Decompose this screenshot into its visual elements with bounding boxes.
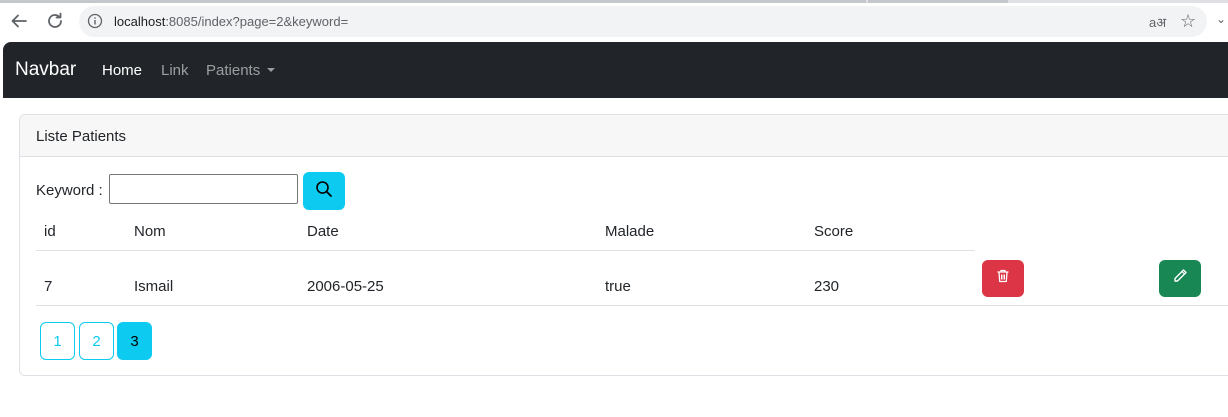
nav-dropdown-patients-label: Patients bbox=[206, 62, 261, 79]
site-info-icon[interactable] bbox=[87, 13, 103, 34]
row-divider bbox=[36, 305, 1228, 306]
delete-button[interactable] bbox=[982, 260, 1024, 297]
cell-nom: Ismail bbox=[134, 278, 174, 295]
nav-link-link[interactable]: Link bbox=[161, 62, 189, 80]
column-header-nom: Nom bbox=[134, 223, 166, 240]
column-header-date: Date bbox=[307, 223, 339, 240]
page-button-2[interactable]: 2 bbox=[79, 322, 114, 360]
cell-malade: true bbox=[605, 278, 631, 295]
tab-indicator bbox=[868, 0, 1008, 3]
url-text[interactable]: localhost:8085/index?page=2&keyword= bbox=[114, 14, 348, 29]
navbar-brand[interactable]: Navbar bbox=[15, 59, 76, 81]
trash-icon bbox=[995, 268, 1011, 289]
browser-toolbar: localhost:8085/index?page=2&keyword= aअ … bbox=[0, 0, 1228, 42]
search-button[interactable] bbox=[303, 172, 345, 210]
nav-link-home[interactable]: Home bbox=[102, 62, 142, 80]
address-bar[interactable]: localhost:8085/index?page=2&keyword= aअ … bbox=[79, 6, 1207, 37]
keyword-label: Keyword : bbox=[36, 182, 103, 199]
column-header-score: Score bbox=[814, 223, 854, 240]
translate-icon[interactable]: aअ bbox=[1149, 13, 1166, 31]
cell-id: 7 bbox=[44, 278, 53, 295]
bookmark-star-icon[interactable]: ☆ bbox=[1180, 11, 1196, 31]
back-arrow-icon[interactable] bbox=[8, 10, 30, 32]
keyword-input[interactable] bbox=[109, 174, 298, 204]
tab-strip bbox=[0, 0, 1228, 3]
patients-card: Liste Patients bbox=[19, 114, 1228, 376]
caret-down-icon bbox=[267, 68, 276, 72]
cell-date: 2006-05-25 bbox=[307, 278, 384, 295]
card-title: Liste Patients bbox=[36, 128, 127, 145]
tab-active-indicator bbox=[0, 0, 866, 3]
url-path: :8085/index?page=2&keyword= bbox=[165, 14, 349, 29]
url-host: localhost bbox=[114, 14, 166, 29]
navbar: Navbar Home Link Patients bbox=[3, 42, 1228, 98]
edit-button[interactable] bbox=[1159, 260, 1201, 297]
pencil-icon bbox=[1172, 268, 1188, 289]
column-header-id: id bbox=[44, 223, 56, 240]
cell-score: 230 bbox=[814, 278, 840, 295]
card-header: Liste Patients bbox=[20, 115, 1228, 157]
page-button-1[interactable]: 1 bbox=[40, 322, 75, 360]
nav-dropdown-patients[interactable]: Patients bbox=[206, 62, 276, 80]
header-divider bbox=[36, 250, 975, 251]
search-icon bbox=[315, 180, 333, 203]
reload-icon[interactable] bbox=[44, 10, 66, 32]
page-button-3[interactable]: 3 bbox=[117, 322, 152, 360]
column-header-malade: Malade bbox=[605, 223, 655, 240]
chevron-down-icon[interactable]: ⌄ bbox=[1216, 12, 1226, 26]
